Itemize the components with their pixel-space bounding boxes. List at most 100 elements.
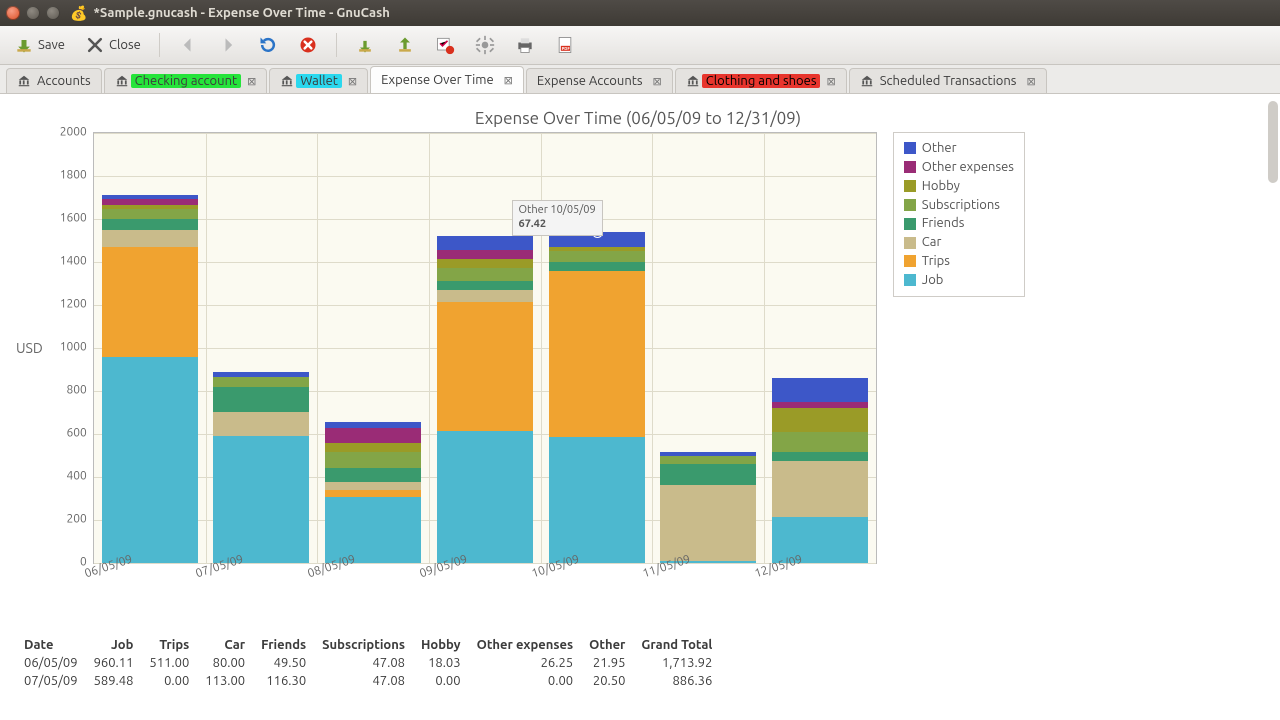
bar-07-05-09[interactable] (213, 372, 309, 563)
legend-label: Friends (922, 214, 965, 233)
legend-label: Subscriptions (922, 196, 1000, 215)
tab-label: Wallet (296, 74, 342, 88)
forward-button[interactable] (212, 32, 244, 58)
bar-segment-subscriptions (325, 452, 421, 468)
table-cell: 0.00 (413, 672, 469, 690)
bank-icon (115, 74, 129, 88)
tab-expense-over-time[interactable]: Expense Over Time⊠ (370, 66, 524, 93)
back-button[interactable] (172, 32, 204, 58)
window-maximize-button[interactable] (46, 6, 60, 20)
legend-item-other-expenses[interactable]: Other expenses (904, 158, 1014, 177)
table-row: 06/05/09960.11511.0080.0049.5047.0818.03… (16, 654, 720, 672)
legend-item-trips[interactable]: Trips (904, 252, 1014, 271)
reload-icon (258, 35, 278, 55)
table-cell: 18.03 (413, 654, 469, 672)
table-cell: 80.00 (197, 654, 253, 672)
bar-segment-friends (102, 219, 198, 230)
bar-segment-hobby (772, 408, 868, 432)
window-close-button[interactable] (6, 6, 20, 20)
legend-swatch (904, 180, 916, 192)
legend-label: Job (922, 271, 944, 290)
options-button[interactable] (429, 32, 461, 58)
tab-label: Accounts (37, 74, 91, 88)
chart-plot-area[interactable]: Other 10/05/0967.42 (93, 132, 877, 564)
stop-icon (298, 35, 318, 55)
tab-accounts[interactable]: Accounts (6, 68, 102, 93)
table-cell: 116.30 (253, 672, 314, 690)
bar-segment-subscriptions (549, 251, 645, 262)
import-button[interactable] (349, 32, 381, 58)
y-tick: 1800 (60, 169, 87, 182)
bar-segment-trips (325, 490, 421, 498)
tab-scheduled-transactions[interactable]: Scheduled Transactions⊠ (849, 68, 1047, 93)
tab-close-icon[interactable]: ⊠ (826, 75, 835, 88)
table-header: Subscriptions (314, 636, 413, 654)
bar-segment-hobby (325, 443, 421, 453)
tab-close-icon[interactable]: ⊠ (348, 75, 357, 88)
legend-item-subscriptions[interactable]: Subscriptions (904, 196, 1014, 215)
toolbar-separator (159, 33, 160, 57)
close-button[interactable]: Close (79, 32, 147, 58)
main-toolbar: Save Close PDF (0, 26, 1280, 65)
print-button[interactable] (509, 32, 541, 58)
save-icon (14, 35, 34, 55)
gridline-v (764, 133, 765, 563)
tab-wallet[interactable]: Wallet ⊠ (269, 68, 368, 93)
y-tick: 800 (66, 384, 86, 397)
bar-segment-car (772, 461, 868, 517)
toolbar-separator (336, 33, 337, 57)
bar-06-05-09[interactable] (102, 195, 198, 563)
report-content: Expense Over Time (06/05/09 to 12/31/09)… (0, 94, 1280, 720)
checklist-icon (435, 35, 455, 55)
chart-title: Expense Over Time (06/05/09 to 12/31/09) (16, 109, 1260, 128)
tab-close-icon[interactable]: ⊠ (653, 75, 662, 88)
y-axis: 0200400600800100012001400160018002000 (47, 132, 93, 562)
legend-item-other[interactable]: Other (904, 139, 1014, 158)
save-button[interactable]: Save (8, 32, 71, 58)
bar-11-05-09[interactable] (660, 452, 756, 563)
bar-segment-job (213, 436, 309, 563)
tab-close-icon[interactable]: ⊠ (1026, 75, 1035, 88)
tab-label: Checking account (131, 74, 241, 88)
bar-08-05-09[interactable] (325, 422, 421, 563)
gear-icon (475, 35, 495, 55)
export-pdf-button[interactable]: PDF (549, 32, 581, 58)
gridline-v (317, 133, 318, 563)
gridline-v (429, 133, 430, 563)
table-cell: 07/05/09 (16, 672, 86, 690)
table-header: Other expenses (469, 636, 582, 654)
legend-label: Car (922, 233, 942, 252)
tab-clothing-and-shoes[interactable]: Clothing and shoes⊠ (675, 68, 847, 93)
legend-swatch (904, 274, 916, 286)
bar-segment-subscriptions (102, 209, 198, 219)
bar-segment-car (325, 482, 421, 490)
tooltip-line2: 67.42 (519, 218, 547, 230)
legend-item-job[interactable]: Job (904, 271, 1014, 290)
bar-09-05-09[interactable] (437, 236, 533, 563)
window-minimize-button[interactable] (26, 6, 40, 20)
bar-12-05-09[interactable] (772, 378, 868, 563)
reload-button[interactable] (252, 32, 284, 58)
table-cell: 47.08 (314, 654, 413, 672)
legend-item-hobby[interactable]: Hobby (904, 177, 1014, 196)
table-cell: 0.00 (141, 672, 197, 690)
legend-item-car[interactable]: Car (904, 233, 1014, 252)
table-cell: 49.50 (253, 654, 314, 672)
table-header: Grand Total (633, 636, 720, 654)
tab-checking-account[interactable]: Checking account ⊠ (104, 68, 268, 93)
legend-item-friends[interactable]: Friends (904, 214, 1014, 233)
export-button[interactable] (389, 32, 421, 58)
settings-button[interactable] (469, 32, 501, 58)
tab-close-icon[interactable]: ⊠ (247, 75, 256, 88)
y-tick: 1000 (60, 341, 87, 354)
stop-button[interactable] (292, 32, 324, 58)
export-icon (395, 35, 415, 55)
scrollbar-thumb[interactable] (1268, 101, 1278, 183)
table-header: Job (86, 636, 142, 654)
tab-close-icon[interactable]: ⊠ (504, 74, 513, 87)
tab-expense-accounts[interactable]: Expense Accounts⊠ (526, 68, 673, 93)
bank-icon (17, 74, 31, 88)
bar-segment-job (102, 357, 198, 563)
x-axis: 06/05/0907/05/0908/05/0909/05/0910/05/09… (66, 564, 848, 596)
bar-10-05-09[interactable] (549, 232, 645, 563)
